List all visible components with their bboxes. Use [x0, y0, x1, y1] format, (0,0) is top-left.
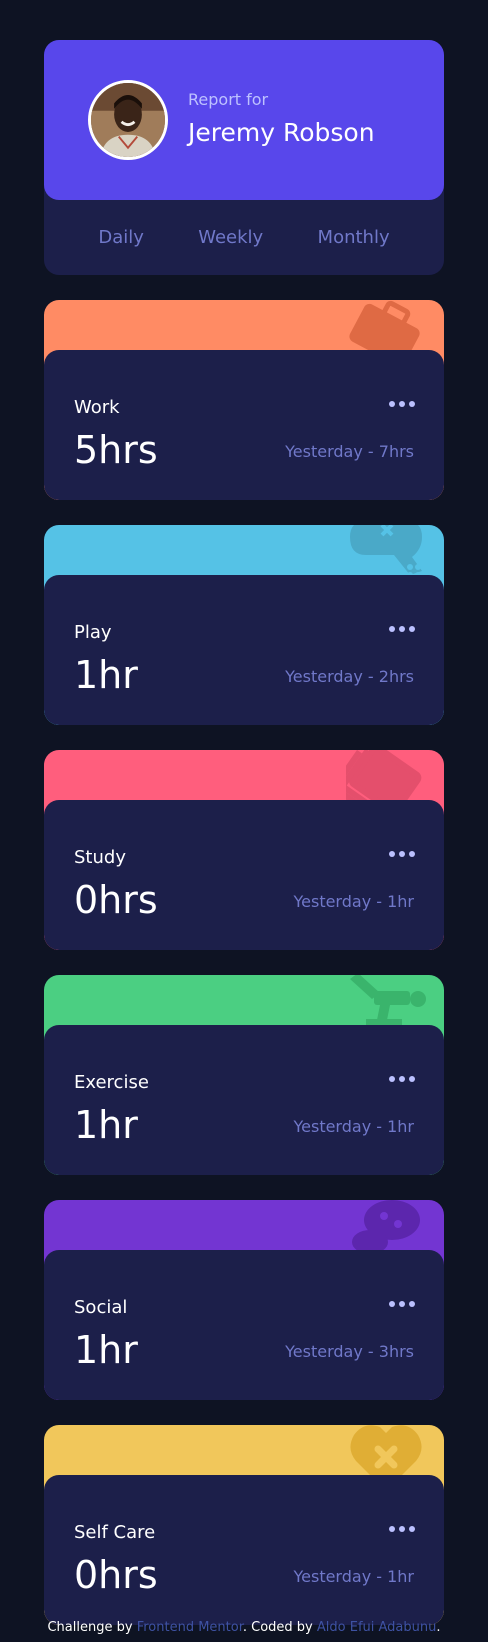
profile-card: Report for Jeremy Robson Daily Weekly Mo…	[44, 40, 444, 275]
card-title: Exercise	[74, 1072, 149, 1093]
card-body: Self Care 0hrs Yesterday - 1hr	[44, 1475, 444, 1625]
attribution-prefix: Challenge by	[47, 1620, 137, 1635]
ellipsis-icon[interactable]	[388, 844, 416, 864]
current-hours: 1hr	[74, 1328, 138, 1372]
ellipsis-icon[interactable]	[388, 1294, 416, 1314]
ellipsis-icon[interactable]	[388, 394, 416, 414]
card-body: Exercise 1hr Yesterday - 1hr	[44, 1025, 444, 1175]
dashboard: Report for Jeremy Robson Daily Weekly Mo…	[44, 40, 444, 1625]
previous-hours: Yesterday - 7hrs	[285, 442, 414, 461]
report-for-label: Report for	[188, 90, 269, 109]
card-title: Study	[74, 847, 126, 868]
activity-card-self-care: Self Care 0hrs Yesterday - 1hr	[44, 1425, 444, 1625]
current-hours: 1hr	[74, 1103, 138, 1147]
current-hours: 0hrs	[74, 878, 158, 922]
activity-card-work: Work 5hrs Yesterday - 7hrs	[44, 300, 444, 500]
previous-hours: Yesterday - 1hr	[293, 1117, 414, 1136]
profile-header: Report for Jeremy Robson	[44, 40, 444, 200]
current-hours: 5hrs	[74, 428, 158, 472]
card-body: Study 0hrs Yesterday - 1hr	[44, 800, 444, 950]
ellipsis-icon[interactable]	[388, 619, 416, 639]
tab-daily[interactable]: Daily	[98, 227, 144, 248]
ellipsis-icon[interactable]	[388, 1069, 416, 1089]
user-name: Jeremy Robson	[188, 118, 375, 147]
ellipsis-icon[interactable]	[388, 1519, 416, 1539]
activity-card-play: Play 1hr Yesterday - 2hrs	[44, 525, 444, 725]
activity-card-social: Social 1hr Yesterday - 3hrs	[44, 1200, 444, 1400]
avatar-image	[91, 83, 165, 157]
attribution-middle: . Coded by	[242, 1620, 317, 1635]
timeframe-tabs: Daily Weekly Monthly	[44, 200, 444, 275]
card-title: Social	[74, 1297, 128, 1318]
attribution-suffix: .	[436, 1620, 441, 1635]
card-body: Social 1hr Yesterday - 3hrs	[44, 1250, 444, 1400]
card-title: Play	[74, 622, 112, 643]
activity-card-study: Study 0hrs Yesterday - 1hr	[44, 750, 444, 950]
current-hours: 0hrs	[74, 1553, 158, 1597]
activity-card-exercise: Exercise 1hr Yesterday - 1hr	[44, 975, 444, 1175]
author-link[interactable]: Aldo Efui Adabunu	[317, 1620, 436, 1635]
previous-hours: Yesterday - 3hrs	[285, 1342, 414, 1361]
card-body: Play 1hr Yesterday - 2hrs	[44, 575, 444, 725]
tab-weekly[interactable]: Weekly	[198, 227, 263, 248]
avatar	[88, 80, 168, 160]
previous-hours: Yesterday - 1hr	[293, 1567, 414, 1586]
attribution: Challenge by Frontend Mentor. Coded by A…	[0, 1620, 488, 1635]
card-title: Self Care	[74, 1522, 156, 1543]
previous-hours: Yesterday - 1hr	[293, 892, 414, 911]
current-hours: 1hr	[74, 653, 138, 697]
card-body: Work 5hrs Yesterday - 7hrs	[44, 350, 444, 500]
frontend-mentor-link[interactable]: Frontend Mentor	[137, 1620, 243, 1635]
card-title: Work	[74, 397, 120, 418]
previous-hours: Yesterday - 2hrs	[285, 667, 414, 686]
tab-monthly[interactable]: Monthly	[318, 227, 390, 248]
